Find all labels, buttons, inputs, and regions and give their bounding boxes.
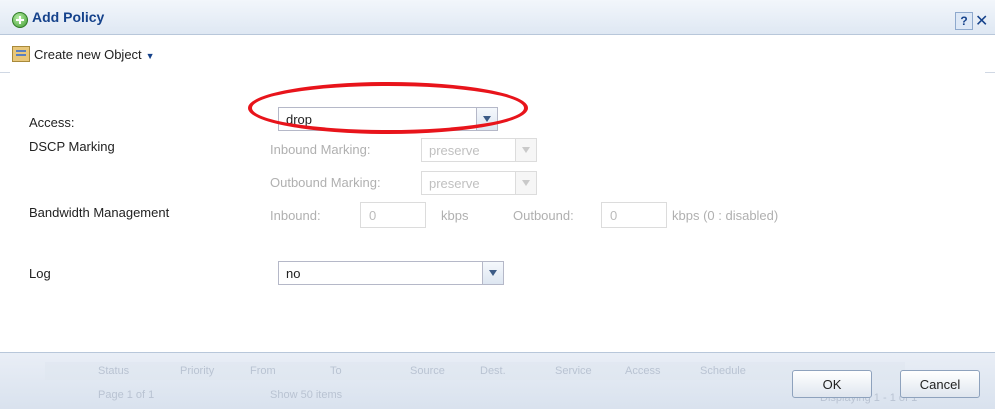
- inbound-field[interactable]: 0: [360, 202, 426, 228]
- ok-button[interactable]: OK: [792, 370, 872, 398]
- add-policy-dialog: Add Policy ? ✕ Create new Object ▼ Access…: [0, 0, 995, 409]
- background-grid-col: Service: [555, 365, 592, 377]
- object-icon: [12, 46, 30, 62]
- background-grid-col: Dest.: [480, 365, 506, 377]
- outbound-marking-select[interactable]: preserve: [421, 171, 537, 195]
- close-button[interactable]: ✕: [975, 11, 988, 31]
- outbound-label: Outbound:: [513, 208, 574, 223]
- background-grid-col: To: [330, 365, 342, 377]
- log-value: no: [286, 266, 301, 281]
- inbound-unit: kbps: [441, 208, 469, 223]
- background-grid-col: Source: [410, 365, 445, 377]
- background-grid-header: [45, 362, 905, 380]
- dialog-titlebar[interactable]: Add Policy ? ✕: [0, 0, 995, 35]
- background-show: Show 50 items: [270, 389, 343, 401]
- chevron-down-icon[interactable]: [482, 262, 503, 284]
- chevron-down-icon[interactable]: [515, 139, 536, 161]
- outbound-marking-label: Outbound Marking:: [270, 175, 381, 190]
- add-icon: [12, 12, 28, 28]
- inbound-label: Inbound:: [270, 208, 321, 223]
- dscp-marking-label: DSCP Marking: [29, 139, 115, 154]
- dialog-title: Add Policy: [32, 9, 105, 25]
- help-button[interactable]: ?: [955, 12, 973, 30]
- outbound-marking-value: preserve: [429, 176, 480, 191]
- chevron-down-icon[interactable]: [515, 172, 536, 194]
- access-label: Access:: [29, 115, 75, 130]
- cancel-button[interactable]: Cancel: [900, 370, 980, 398]
- background-grid-col: Schedule: [700, 365, 746, 377]
- outbound-unit: kbps (0 : disabled): [672, 208, 779, 223]
- background-grid-col: From: [250, 365, 276, 377]
- bandwidth-management-label: Bandwidth Management: [29, 205, 170, 220]
- background-grid-col: Priority: [180, 365, 215, 377]
- inbound-marking-select[interactable]: preserve: [421, 138, 537, 162]
- inbound-marking-label: Inbound Marking:: [270, 142, 371, 157]
- log-select[interactable]: no: [278, 261, 504, 285]
- background-grid-col: Status: [98, 365, 130, 377]
- background-paging: Page 1 of 1: [98, 389, 155, 401]
- inbound-marking-value: preserve: [429, 143, 480, 158]
- outbound-field[interactable]: 0: [601, 202, 667, 228]
- create-new-object-menu[interactable]: Create new Object ▼: [34, 47, 155, 62]
- log-label: Log: [29, 266, 51, 281]
- background-grid-col: Access: [625, 365, 661, 377]
- chevron-down-icon: ▼: [145, 51, 155, 61]
- callout-ellipse: [248, 82, 528, 134]
- toolbar: Create new Object ▼: [0, 36, 995, 73]
